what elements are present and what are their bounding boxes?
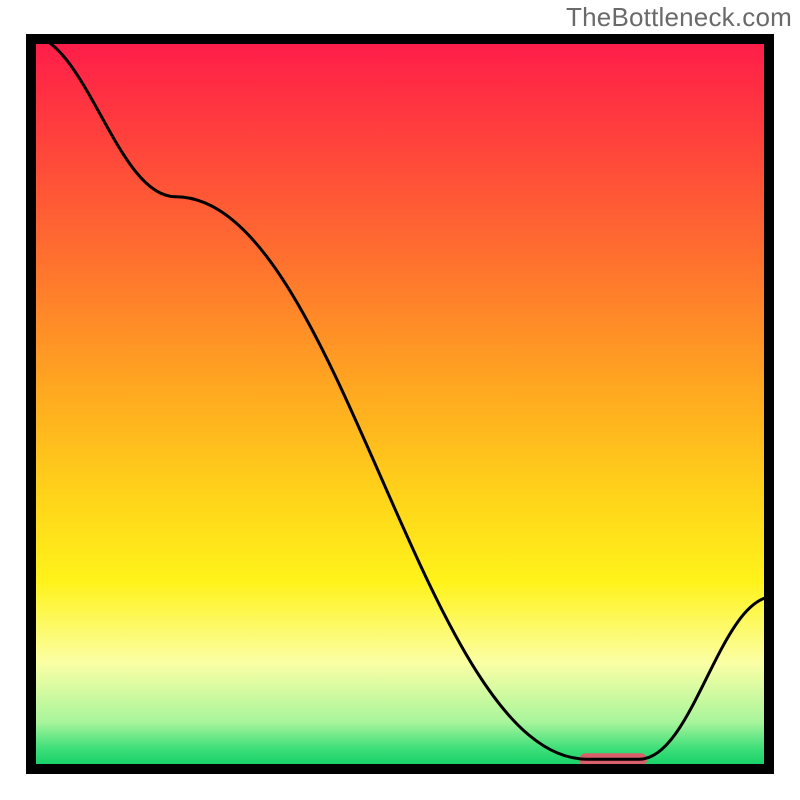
watermark-text: TheBottleneck.com [566, 2, 792, 33]
chart-svg [26, 34, 774, 774]
plot-area [26, 34, 774, 774]
chart-container: TheBottleneck.com [0, 0, 800, 800]
gradient-background [26, 34, 774, 774]
